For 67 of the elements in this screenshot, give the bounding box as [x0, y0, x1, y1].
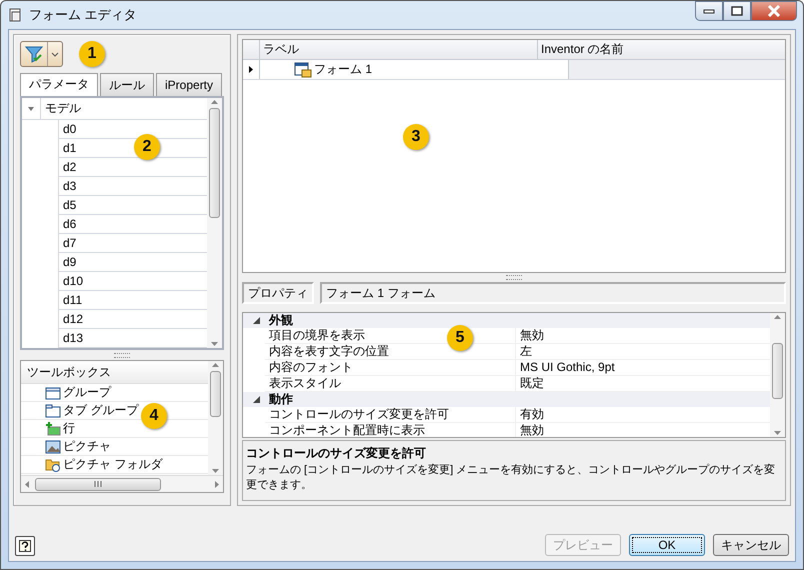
scroll-left-arrow-icon[interactable] [25, 480, 29, 488]
grip-icon [94, 481, 102, 487]
callout-marker: 1 [79, 41, 105, 67]
close-icon [767, 5, 781, 17]
picture-icon [45, 438, 61, 454]
toolbox-item[interactable]: ピクチャ フォルダ [63, 456, 162, 473]
column-header[interactable]: Inventor の名前 [538, 40, 785, 59]
minimize-button[interactable] [695, 1, 723, 21]
property-value[interactable]: 無効 [516, 422, 770, 437]
toolbox-item[interactable]: ピクチャ [63, 438, 111, 455]
filter-button[interactable] [20, 41, 63, 67]
window-title: フォーム エディタ [29, 6, 137, 24]
selected-object-field: フォーム 1 フォーム [320, 282, 786, 304]
scrollbar[interactable] [208, 361, 223, 475]
property-name: コントロールのサイズ変更を許可 [265, 406, 516, 422]
property-name: 表示スタイル [265, 376, 516, 391]
property-value[interactable]: 有効 [516, 406, 770, 422]
question-mark-icon [19, 540, 31, 552]
scroll-down-arrow-icon[interactable] [774, 430, 781, 435]
grid-cell[interactable]: フォーム 1 [314, 61, 372, 78]
row-icon [45, 420, 61, 436]
dialog-button[interactable]: OK [629, 534, 705, 556]
filter-icon [25, 45, 43, 63]
description-title: コントロールのサイズ変更を許可 [246, 444, 427, 462]
scroll-icon [7, 7, 23, 23]
property-value[interactable]: 左 [516, 344, 770, 359]
property-value[interactable]: MS UI Gothic, 9pt [516, 360, 770, 375]
scrollbar[interactable] [207, 98, 222, 348]
scrollbar[interactable] [21, 475, 223, 492]
properties-label: プロパティ [242, 282, 314, 304]
caret-icon [51, 52, 59, 56]
form-icon [294, 62, 312, 78]
scroll-up-arrow-icon[interactable] [774, 314, 781, 319]
description-text: フォームの [コントロールのサイズを変更] メニューを有効にすると、コントロールやグループのサイズを変更できます。 [246, 464, 776, 491]
scroll-up-arrow-icon[interactable] [211, 100, 218, 104]
dialog-button[interactable]: キャンセル [713, 534, 789, 556]
callout-marker: 3 [403, 124, 429, 150]
tab[interactable]: ルール [100, 73, 154, 96]
scroll-down-arrow-icon[interactable] [212, 469, 219, 473]
scroll-up-arrow-icon[interactable] [212, 363, 219, 367]
scroll-right-arrow-icon[interactable] [215, 480, 219, 488]
maximize-icon [731, 6, 743, 16]
property-value[interactable]: 既定 [516, 376, 770, 391]
maximize-button[interactable] [723, 1, 751, 21]
column-header[interactable]: ラベル [260, 40, 538, 59]
close-button[interactable] [751, 1, 797, 21]
picture-folder-icon [45, 456, 61, 472]
expand-arrow-icon[interactable] [252, 396, 260, 403]
scroll-down-arrow-icon[interactable] [211, 342, 218, 346]
toolbox-item[interactable]: タブ グループ [63, 402, 138, 419]
toolbox-item[interactable]: グループ [63, 384, 111, 401]
callout-marker: 4 [141, 403, 167, 429]
category-header: 外観 [269, 312, 293, 329]
callout-marker: 5 [447, 324, 473, 351]
toolbox-item[interactable]: 行 [63, 420, 75, 437]
scrollbar[interactable] [770, 312, 785, 437]
category-header: 動作 [269, 390, 293, 408]
callout-marker: 2 [134, 134, 160, 160]
expand-arrow-icon[interactable] [252, 316, 260, 324]
minimize-icon [703, 8, 715, 14]
property-name: 内容のフォント [265, 360, 516, 375]
tab-group-icon [45, 402, 61, 418]
tab[interactable]: iProperty [156, 73, 222, 96]
help-button[interactable] [15, 536, 35, 556]
property-value[interactable]: 無効 [516, 328, 770, 343]
property-name: コンポーネント配置時に表示 [265, 422, 516, 437]
tab[interactable]: パラメータ [20, 73, 98, 97]
